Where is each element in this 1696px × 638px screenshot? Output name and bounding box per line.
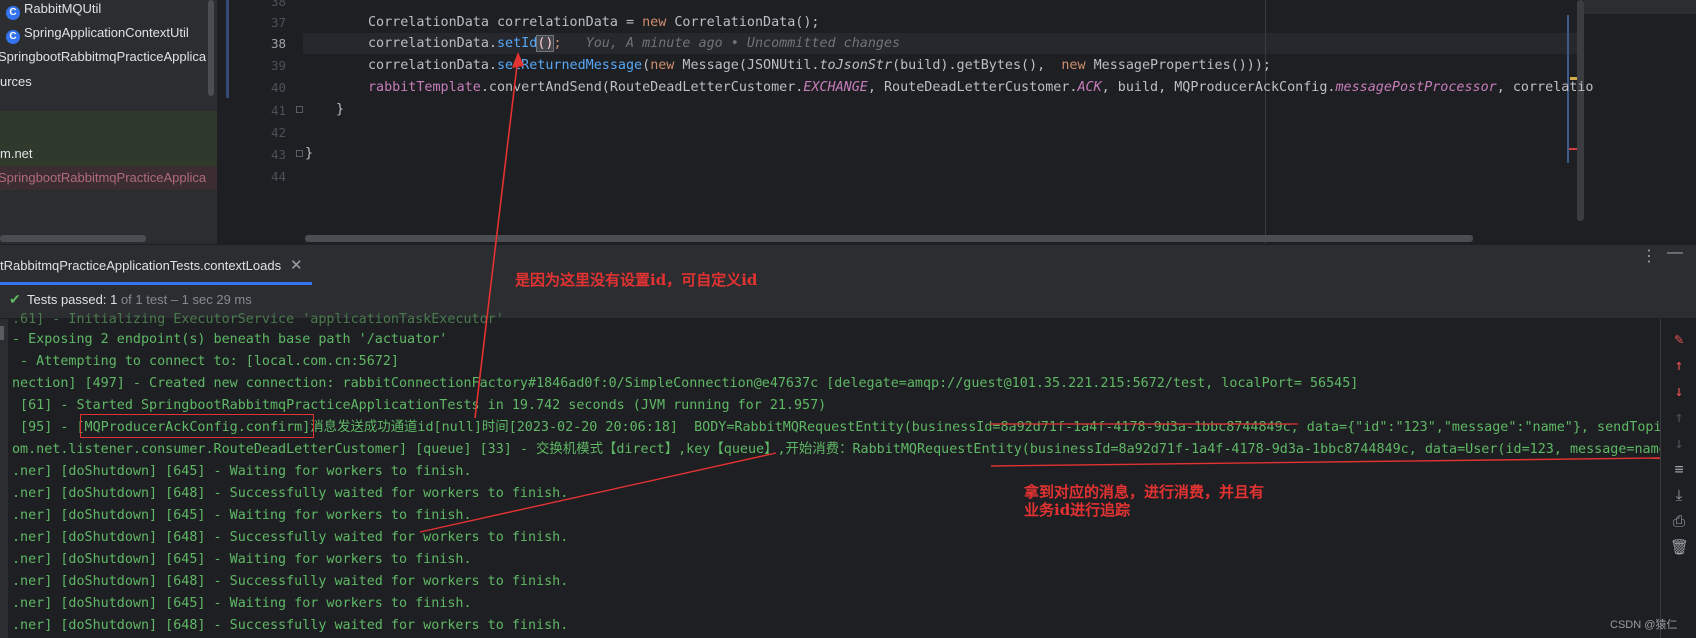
clear-all-icon[interactable]: ✎ xyxy=(1670,330,1688,348)
down-arrow-icon[interactable]: ↓ xyxy=(1670,382,1688,400)
fold-marker-icon[interactable] xyxy=(296,150,303,157)
annotation-note-id: 是因为这里没有设置id，可自定义id xyxy=(515,271,758,289)
tree-item-label: m.net xyxy=(0,146,33,161)
watermark: CSDN @猿仁 xyxy=(1610,619,1678,631)
console-line: [61] - Started SpringbootRabbitmqPractic… xyxy=(12,398,827,413)
code-line-38: correlationData.setId(); You, A minute a… xyxy=(368,35,901,52)
editor-horizontal-scrollbar[interactable] xyxy=(305,235,1473,242)
console-line: om.net.listener.consumer.RouteDeadLetter… xyxy=(12,442,1683,457)
project-vertical-scrollbar[interactable] xyxy=(208,0,214,96)
console-line: .ner] [doShutdown] [645] - Waiting for w… xyxy=(12,552,472,567)
tree-item-label: SpringbootRabbitmqPracticeApplica xyxy=(0,49,207,64)
console-line: - Attempting to connect to: [local.com.c… xyxy=(12,354,399,369)
trash-icon[interactable]: 🗑 xyxy=(1670,538,1689,556)
code-line-37: CorrelationData correlationData = new Co… xyxy=(368,15,820,30)
up-arrow-icon[interactable]: ↑ xyxy=(1670,356,1688,374)
previous-occurrence-icon[interactable]: ↑ xyxy=(1670,408,1688,426)
editor-vertical-scrollbar[interactable] xyxy=(1577,0,1584,221)
tree-item-label: RabbitMQUtil xyxy=(24,1,102,16)
scroll-to-end-icon[interactable]: ⤓ xyxy=(1670,486,1688,504)
line-number: 42 xyxy=(270,125,286,140)
close-icon[interactable]: ✕ xyxy=(290,256,303,274)
fold-marker-icon[interactable] xyxy=(296,106,303,113)
line-number: 43 xyxy=(270,147,286,162)
line-number: 38 xyxy=(270,0,286,9)
annotation-highlight-box xyxy=(80,414,314,438)
tree-item-package[interactable]: m.net xyxy=(0,143,217,165)
console-marker-icon xyxy=(0,326,4,340)
check-icon: ✔ xyxy=(9,291,21,307)
code-line-41: } xyxy=(336,102,345,117)
soft-wrap-icon[interactable]: ≡ xyxy=(1670,460,1688,478)
tree-item-rabbitmqutil[interactable]: C RabbitMQUtil xyxy=(0,0,217,20)
console-line: .ner] [doShutdown] [648] - Successfully … xyxy=(12,486,569,501)
console-gutter xyxy=(0,319,8,638)
vcs-change-marker xyxy=(226,0,229,98)
code-line-40: rabbitTemplate.convertAndSend(RouteDeadL… xyxy=(368,80,1594,95)
annotation-note-consume-line2: 业务id进行追踪 xyxy=(1024,501,1131,519)
console-line: .ner] [doShutdown] [648] - Successfully … xyxy=(12,618,569,633)
console-line: .61] - Initializing ExecutorService 'app… xyxy=(12,312,504,327)
console-line: nection] [497] - Created new connection:… xyxy=(12,376,1359,391)
console-line: .ner] [doShutdown] [645] - Waiting for w… xyxy=(12,464,472,479)
project-horizontal-scrollbar[interactable] xyxy=(0,235,146,242)
tree-item-label: SpringbootRabbitmqPracticeApplica xyxy=(0,170,207,185)
editor-right-panel xyxy=(1584,0,1696,14)
line-number: 37 xyxy=(270,15,286,30)
code-line-43: } xyxy=(305,146,314,161)
right-margin-guide xyxy=(1265,0,1266,244)
tree-item-resources[interactable]: urces xyxy=(0,71,217,93)
tree-item-springapplicationcontextutil[interactable]: C SpringApplicationContextUtil xyxy=(0,22,217,44)
active-tab-indicator xyxy=(0,282,312,285)
line-number-current: 38 xyxy=(270,36,286,51)
console-line: .ner] [doShutdown] [645] - Waiting for w… xyxy=(12,596,472,611)
line-number: 41 xyxy=(270,103,286,118)
line-number: 44 xyxy=(270,169,286,184)
tree-item-springboot-application[interactable]: SpringbootRabbitmqPracticeApplica xyxy=(0,46,215,68)
more-options-icon[interactable]: ⋮ xyxy=(1641,246,1657,266)
class-icon: C xyxy=(6,30,20,44)
tree-item-label: SpringApplicationContextUtil xyxy=(24,25,189,40)
inline-blame: You, A minute ago • Uncommitted changes xyxy=(585,36,901,51)
tree-item-label: urces xyxy=(0,74,32,89)
console-line: - Exposing 2 endpoint(s) beneath base pa… xyxy=(12,332,448,347)
line-number: 40 xyxy=(270,80,286,95)
run-tab[interactable]: tRabbitmqPracticeApplicationTests.contex… xyxy=(0,258,281,273)
console-line: .ner] [doShutdown] [648] - Successfully … xyxy=(12,530,569,545)
console-line: .ner] [doShutdown] [648] - Successfully … xyxy=(12,574,569,589)
minimize-icon[interactable]: — xyxy=(1667,244,1683,262)
line-number: 39 xyxy=(270,58,286,73)
console-line: .ner] [doShutdown] [645] - Waiting for w… xyxy=(12,508,472,523)
print-icon[interactable]: ⎙ xyxy=(1670,512,1688,530)
next-occurrence-icon[interactable]: ↓ xyxy=(1670,434,1688,452)
class-icon: C xyxy=(6,6,20,20)
matched-brace: () xyxy=(536,35,555,52)
test-status-text: Tests passed: 1 of 1 test – 1 sec 29 ms xyxy=(27,292,252,307)
code-line-39: correlationData.setReturnedMessage(new M… xyxy=(368,58,1271,73)
tree-item-springboot-tests[interactable]: SpringbootRabbitmqPracticeApplica xyxy=(0,167,215,189)
